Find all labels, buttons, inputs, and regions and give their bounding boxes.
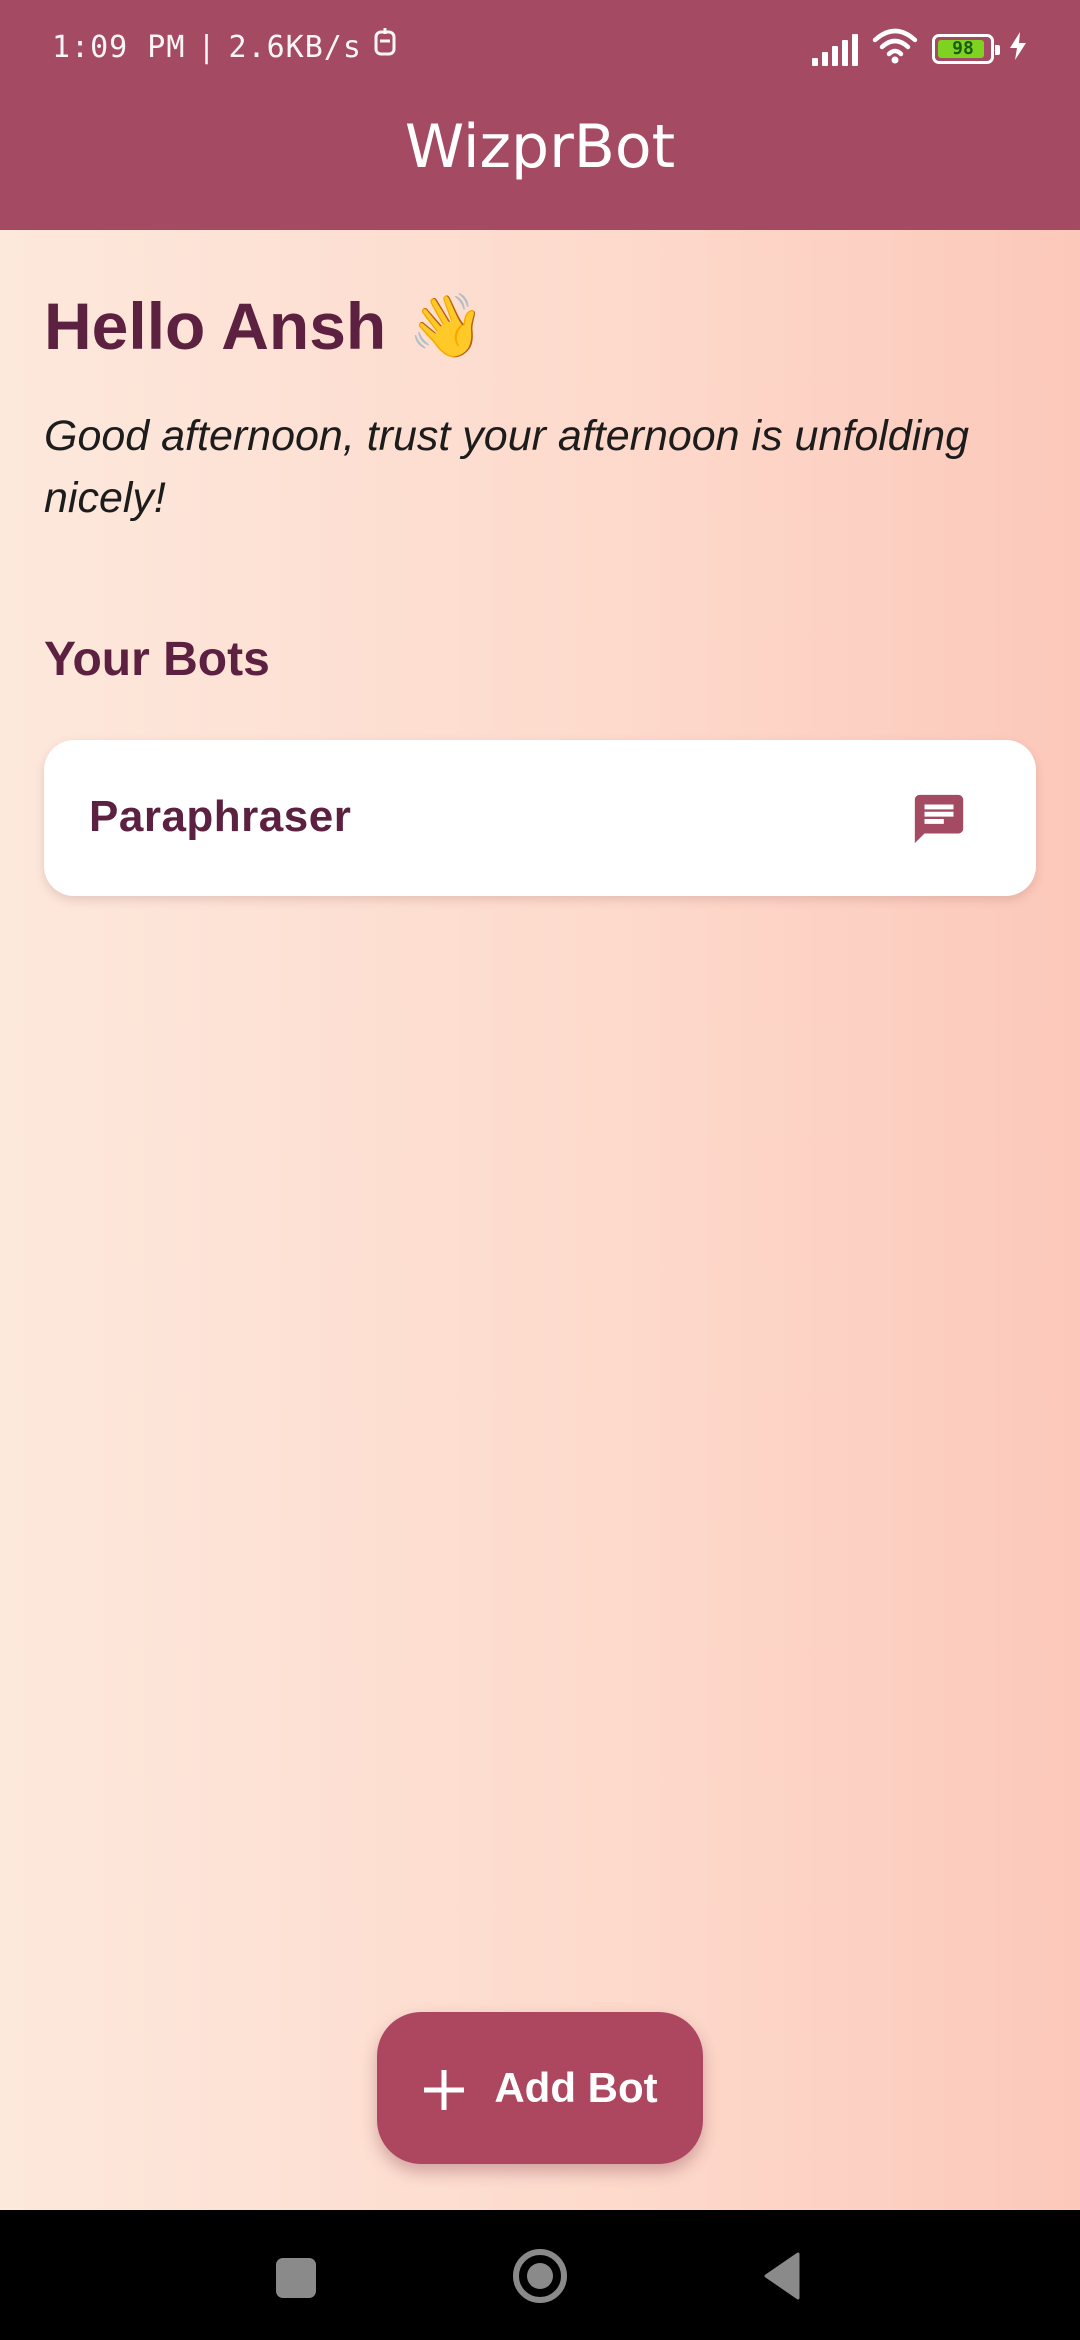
battery-icon: 98 <box>932 33 1000 64</box>
greeting-text: Hello Ansh <box>44 289 387 363</box>
status-separator: | <box>197 29 217 65</box>
bot-card-paraphraser[interactable]: Paraphraser <box>44 740 1036 896</box>
app-screen: 1:09 PM | 2.6KB/s 98 WizprBot Hello Ansh… <box>0 0 1080 2340</box>
greeting-subtitle: Good afternoon, trust your afternoon is … <box>44 412 970 522</box>
status-time: 1:09 PM <box>52 29 186 65</box>
waving-hand-icon: 👋 <box>408 291 486 361</box>
plus-icon <box>422 2053 466 2123</box>
battery-level: 98 <box>952 38 974 59</box>
charging-icon <box>1008 31 1028 66</box>
top-bar: 1:09 PM | 2.6KB/s 98 WizprBot <box>0 0 1080 230</box>
add-bot-button[interactable]: Add Bot <box>377 2012 703 2164</box>
greeting: Hello Ansh 👋 <box>44 288 485 364</box>
navigation-bar <box>0 2210 1080 2340</box>
back-icon[interactable] <box>762 2252 802 2300</box>
status-left: 1:09 PM | 2.6KB/s <box>52 28 396 66</box>
recents-icon[interactable] <box>276 2258 316 2298</box>
wifi-icon <box>872 28 918 69</box>
signal-icon <box>812 32 858 66</box>
bot-name: Paraphraser <box>89 792 352 841</box>
add-bot-label: Add Bot <box>494 2064 658 2111</box>
chat-icon[interactable] <box>910 790 968 848</box>
status-bar: 1:09 PM | 2.6KB/s 98 <box>0 0 1080 100</box>
home-icon[interactable] <box>512 2248 568 2304</box>
status-network-speed: 2.6KB/s <box>228 29 362 65</box>
app-title: WizprBot <box>404 112 676 182</box>
status-right: 98 <box>812 28 1028 69</box>
your-bots-heading: Your Bots <box>44 633 270 686</box>
notification-icon <box>374 28 396 66</box>
